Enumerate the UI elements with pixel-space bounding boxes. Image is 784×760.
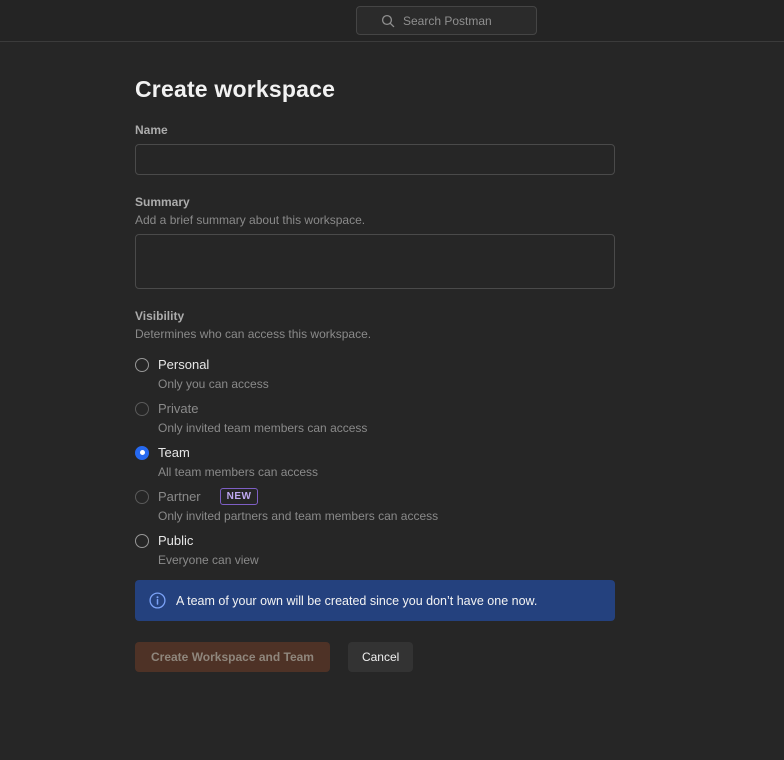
option-label: Personal bbox=[158, 357, 209, 372]
page-title: Create workspace bbox=[135, 76, 615, 103]
summary-help: Add a brief summary about this workspace… bbox=[135, 213, 615, 227]
visibility-help: Determines who can access this workspace… bbox=[135, 327, 615, 341]
option-description: Everyone can view bbox=[158, 553, 615, 567]
visibility-label: Visibility bbox=[135, 309, 615, 323]
visibility-option-public: Public Everyone can view bbox=[135, 532, 615, 567]
visibility-options: Personal Only you can access Private Onl… bbox=[135, 356, 615, 567]
option-label: Partner bbox=[158, 489, 201, 504]
radio-personal[interactable]: Personal bbox=[135, 356, 615, 373]
radio-circle-icon[interactable] bbox=[135, 534, 149, 548]
radio-team[interactable]: Team bbox=[135, 444, 615, 461]
summary-input[interactable] bbox=[135, 234, 615, 289]
info-banner: A team of your own will be created since… bbox=[135, 580, 615, 621]
name-label: Name bbox=[135, 123, 615, 137]
visibility-option-partner: Partner NEW Only invited partners and te… bbox=[135, 488, 615, 523]
visibility-option-personal: Personal Only you can access bbox=[135, 356, 615, 391]
option-label: Public bbox=[158, 533, 193, 548]
create-workspace-button[interactable]: Create Workspace and Team bbox=[135, 642, 330, 672]
visibility-option-private: Private Only invited team members can ac… bbox=[135, 400, 615, 435]
radio-public[interactable]: Public bbox=[135, 532, 615, 549]
option-label: Team bbox=[158, 445, 190, 460]
new-badge: NEW bbox=[220, 488, 259, 505]
option-label: Private bbox=[158, 401, 198, 416]
summary-label: Summary bbox=[135, 195, 615, 209]
search-input[interactable]: Search Postman bbox=[356, 6, 537, 35]
option-description: All team members can access bbox=[158, 465, 615, 479]
name-input[interactable] bbox=[135, 144, 615, 175]
create-workspace-form: Create workspace Name Summary Add a brie… bbox=[0, 76, 615, 672]
radio-circle-icon[interactable] bbox=[135, 446, 149, 460]
radio-private: Private bbox=[135, 400, 615, 417]
top-bar: Search Postman bbox=[0, 0, 784, 42]
radio-partner: Partner NEW bbox=[135, 488, 615, 505]
visibility-option-team: Team All team members can access bbox=[135, 444, 615, 479]
form-actions: Create Workspace and Team Cancel bbox=[135, 642, 615, 672]
option-description: Only invited team members can access bbox=[158, 421, 615, 435]
radio-circle-icon[interactable] bbox=[135, 358, 149, 372]
cancel-button[interactable]: Cancel bbox=[348, 642, 413, 672]
info-icon bbox=[149, 592, 166, 609]
search-placeholder: Search Postman bbox=[403, 14, 492, 28]
search-icon bbox=[381, 14, 395, 28]
option-description: Only you can access bbox=[158, 377, 615, 391]
radio-circle-icon bbox=[135, 402, 149, 416]
radio-circle-icon bbox=[135, 490, 149, 504]
option-description: Only invited partners and team members c… bbox=[158, 509, 615, 523]
banner-text: A team of your own will be created since… bbox=[176, 594, 537, 608]
